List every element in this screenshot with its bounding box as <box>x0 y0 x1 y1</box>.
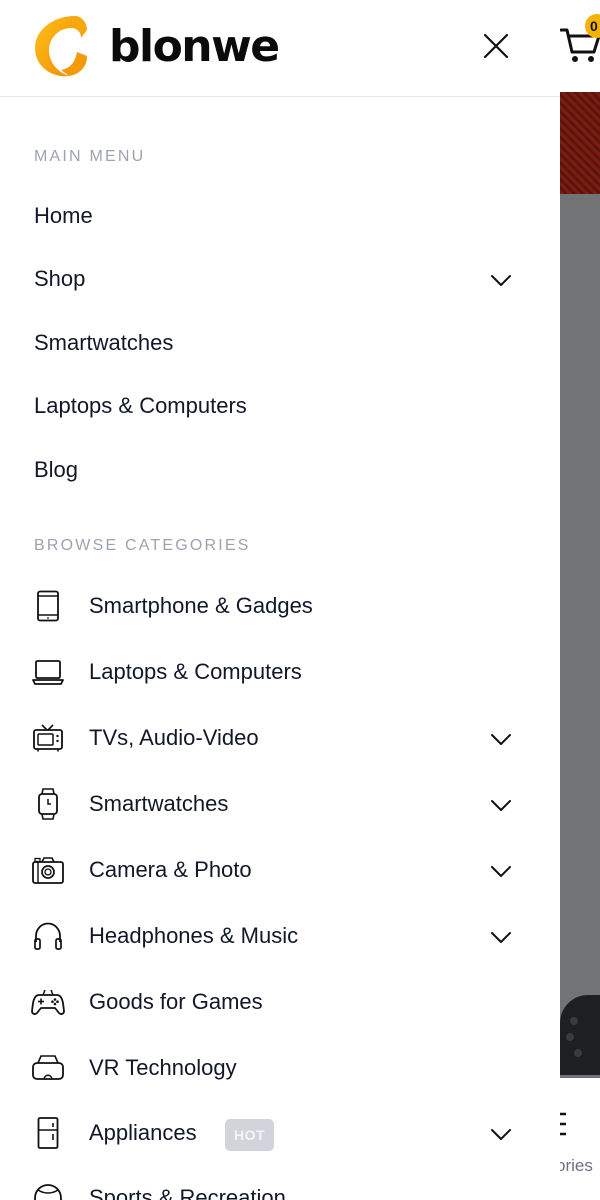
category-item-smartwatches[interactable]: Smartwatches <box>0 776 560 832</box>
category-item-goods-for-games[interactable]: Goods for Games <box>0 974 560 1030</box>
hero-product-image <box>560 995 600 1075</box>
menu-item-label: Home <box>34 203 93 228</box>
category-label: Sports & Recreation <box>89 1185 286 1200</box>
fridge-icon <box>30 1115 66 1151</box>
hot-badge: HOT <box>225 1119 275 1151</box>
chevron-down-icon[interactable] <box>488 858 514 884</box>
gamepad-icon <box>30 984 66 1020</box>
category-item-headphones-music[interactable]: Headphones & Music <box>0 908 560 964</box>
chevron-down-icon[interactable] <box>488 726 514 752</box>
category-label: Smartwatches <box>89 791 229 816</box>
chevron-down-icon[interactable] <box>488 267 514 293</box>
menu-item-laptops-computers[interactable]: Laptops & Computers <box>0 378 560 434</box>
category-item-smartphone-gadges[interactable]: Smartphone & Gadges <box>0 578 560 634</box>
site-logo[interactable]: blonwe <box>31 12 280 80</box>
chevron-down-icon[interactable] <box>488 1121 514 1147</box>
tv-icon <box>30 720 66 756</box>
category-item-camera-photo[interactable]: Camera & Photo <box>0 842 560 898</box>
mobile-menu-drawer: blonwe MAIN MENU Home Shop Smartwatches … <box>0 0 560 1200</box>
category-item-laptops-computers[interactable]: Laptops & Computers <box>0 644 560 700</box>
category-label: Smartphone & Gadges <box>89 593 313 618</box>
smartphone-icon <box>30 588 66 624</box>
menu-item-label: Smartwatches <box>34 330 174 355</box>
menu-item-label: Blog <box>34 457 79 482</box>
category-item-appliances[interactable]: Appliances HOT <box>0 1105 560 1161</box>
menu-item-blog[interactable]: Blog <box>0 442 560 498</box>
category-item-vr-technology[interactable]: VR Technology <box>0 1040 560 1096</box>
close-menu-button[interactable] <box>478 28 514 64</box>
camera-icon <box>30 852 66 888</box>
menu-item-label: Laptops & Computers <box>34 393 247 418</box>
hero-banner <box>560 92 600 1078</box>
browse-categories-heading: BROWSE CATEGORIES <box>34 537 251 554</box>
menu-item-label: Shop <box>34 266 86 291</box>
category-label: VR Technology <box>89 1055 237 1080</box>
vr-headset-icon <box>30 1050 66 1086</box>
menu-item-smartwatches[interactable]: Smartwatches <box>0 315 560 371</box>
main-menu-heading: MAIN MENU <box>34 148 146 165</box>
menu-item-home[interactable]: Home <box>0 188 560 244</box>
category-label: Laptops & Computers <box>89 659 302 684</box>
logo-wordmark: blonwe <box>109 20 280 72</box>
categories-nav-label[interactable]: ories <box>556 1156 593 1176</box>
logo-mark-icon <box>35 16 87 77</box>
laptop-icon <box>30 654 66 690</box>
chevron-down-icon[interactable] <box>488 924 514 950</box>
category-item-tvs-audio-video[interactable]: TVs, Audio-Video <box>0 710 560 766</box>
menu-item-shop[interactable]: Shop <box>0 251 560 307</box>
smartwatch-icon <box>30 786 66 822</box>
close-icon <box>483 33 509 59</box>
headphones-icon <box>30 918 66 954</box>
category-label: TVs, Audio-Video <box>89 725 259 750</box>
chevron-down-icon[interactable] <box>488 792 514 818</box>
category-label: Headphones & Music <box>89 923 299 948</box>
category-label: Camera & Photo <box>89 857 252 882</box>
sports-icon <box>30 1180 66 1200</box>
category-item-sports-recreation[interactable]: Sports & Recreation <box>0 1170 560 1200</box>
category-label: Appliances <box>89 1120 197 1145</box>
hero-banner-pattern <box>560 92 600 194</box>
category-label: Goods for Games <box>89 989 263 1014</box>
drawer-header: blonwe <box>0 0 560 97</box>
